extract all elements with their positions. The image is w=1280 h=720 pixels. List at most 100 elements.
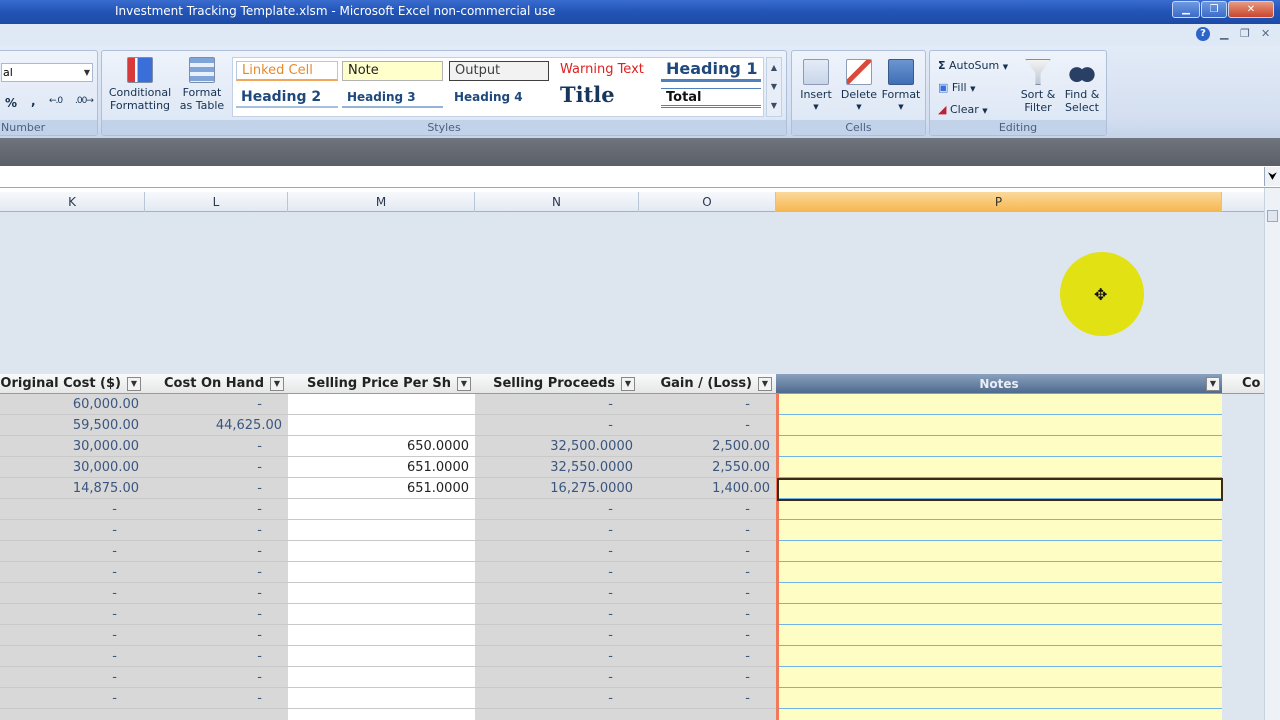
table-cell[interactable]: - [745, 415, 750, 436]
table-cell[interactable]: 650.0000 [407, 436, 469, 457]
column-gain-loss[interactable]: - -2,500.00 2,550.00 1,400.00- - - - - - - - - - [639, 394, 776, 720]
table-cell[interactable]: - [608, 562, 613, 583]
table-cell[interactable]: 651.0000 [407, 457, 469, 478]
table-cell[interactable]: - [257, 478, 262, 499]
table-cell[interactable]: 44,625.00 [216, 415, 282, 436]
table-cell[interactable]: - [608, 667, 613, 688]
table-cell[interactable]: - [745, 604, 750, 625]
table-cell[interactable]: - [112, 541, 117, 562]
table-cell[interactable]: - [608, 583, 613, 604]
style-title[interactable]: Title [555, 82, 655, 110]
table-cell[interactable]: - [257, 394, 262, 415]
table-cell[interactable]: - [745, 394, 750, 415]
column-header-p[interactable]: P [776, 192, 1222, 212]
table-cell[interactable]: - [608, 646, 613, 667]
table-cell[interactable]: 32,500.0000 [550, 436, 633, 457]
filter-dropdown-icon[interactable]: ▼ [457, 377, 471, 391]
column-header-n[interactable]: N [475, 192, 639, 212]
help-icon[interactable]: ? [1196, 27, 1210, 41]
header-gain-loss[interactable]: Gain / (Loss) ▼ [639, 374, 776, 394]
table-cell[interactable]: 60,000.00 [73, 394, 139, 415]
header-cost-on-hand[interactable]: Cost On Hand ▼ [145, 374, 288, 394]
table-cell[interactable]: - [112, 688, 117, 709]
filter-dropdown-icon[interactable]: ▼ [621, 377, 635, 391]
table-cell[interactable]: - [112, 562, 117, 583]
filter-dropdown-icon[interactable]: ▼ [1206, 377, 1220, 391]
table-cell[interactable]: - [745, 646, 750, 667]
table-cell[interactable]: - [257, 667, 262, 688]
filter-dropdown-icon[interactable]: ▼ [270, 377, 284, 391]
sort-filter-button[interactable]: Sort & Filter [1018, 59, 1058, 114]
minimize-button[interactable]: ▁ [1172, 1, 1200, 18]
header-next-column[interactable]: Co [1222, 374, 1264, 394]
style-linked-cell[interactable]: Linked Cell [236, 61, 338, 81]
table-cell[interactable]: - [257, 604, 262, 625]
vertical-scrollbar[interactable] [1264, 188, 1280, 720]
column-header-k[interactable]: K [0, 192, 145, 212]
table-cell[interactable]: - [608, 394, 613, 415]
header-original-cost[interactable]: Original Cost ($) ▼ [0, 374, 145, 394]
column-next[interactable] [1222, 394, 1264, 720]
filter-dropdown-icon[interactable]: ▼ [127, 377, 141, 391]
close-button[interactable]: ✕ [1228, 1, 1274, 18]
table-cell[interactable]: - [112, 520, 117, 541]
table-cell[interactable]: - [608, 415, 613, 436]
gallery-up-icon[interactable]: ▲ [767, 58, 781, 77]
increase-decimal-button[interactable]: ←.0 [49, 96, 63, 106]
find-select-button[interactable]: Find & Select [1060, 59, 1104, 114]
table-cell[interactable]: - [257, 583, 262, 604]
column-header-l[interactable]: L [145, 192, 288, 212]
table-cell[interactable]: - [745, 541, 750, 562]
table-cell[interactable]: - [112, 667, 117, 688]
table-cell[interactable]: - [257, 688, 262, 709]
column-original-cost[interactable]: 60,000.00 59,500.00 30,000.00 30,000.00 14,8… [0, 394, 145, 720]
table-cell[interactable]: - [257, 436, 262, 457]
table-cell[interactable]: - [608, 541, 613, 562]
style-note[interactable]: Note [342, 61, 443, 81]
gallery-scroll[interactable]: ▲ ▼ ▼ [766, 57, 782, 117]
table-cell[interactable]: - [112, 604, 117, 625]
header-selling-proceeds[interactable]: Selling Proceeds ▼ [475, 374, 639, 394]
filter-dropdown-icon[interactable]: ▼ [758, 377, 772, 391]
table-cell[interactable]: - [257, 541, 262, 562]
table-cell[interactable]: - [257, 625, 262, 646]
table-cell[interactable]: - [745, 667, 750, 688]
table-cell[interactable]: - [112, 646, 117, 667]
clear-button[interactable]: ◢ Clear ▼ [938, 103, 988, 116]
table-cell[interactable]: 30,000.00 [73, 436, 139, 457]
table-cell[interactable]: 2,500.00 [712, 436, 770, 457]
table-cell[interactable]: - [257, 499, 262, 520]
table-cell[interactable]: - [112, 583, 117, 604]
format-as-table-button[interactable]: Format as Table [176, 57, 228, 112]
comma-style-button[interactable]: , [31, 94, 36, 108]
scrollbar-thumb[interactable] [1267, 210, 1278, 222]
table-cell[interactable]: - [608, 499, 613, 520]
percent-style-button[interactable]: % [5, 96, 17, 110]
style-heading-2[interactable]: Heading 2 [236, 88, 338, 108]
gallery-down-icon[interactable]: ▼ [767, 77, 781, 96]
column-header-o[interactable]: O [639, 192, 776, 212]
table-cell[interactable]: 14,875.00 [73, 478, 139, 499]
table-cell[interactable]: - [745, 562, 750, 583]
table-cell[interactable]: - [608, 625, 613, 646]
table-cell[interactable]: - [112, 499, 117, 520]
style-total[interactable]: Total [661, 88, 761, 108]
table-cell[interactable]: - [257, 562, 262, 583]
column-header-m[interactable]: M [288, 192, 475, 212]
table-cell[interactable]: - [745, 520, 750, 541]
formula-bar[interactable] [0, 166, 1280, 188]
table-cell[interactable]: - [745, 499, 750, 520]
column-selling-price[interactable]: 650.0000 651.0000 651.0000 [288, 394, 475, 720]
gallery-more-icon[interactable]: ▼ [767, 96, 781, 115]
style-output[interactable]: Output [449, 61, 549, 81]
table-cell[interactable]: - [608, 604, 613, 625]
restore-button[interactable]: ❐ [1201, 1, 1227, 18]
table-cell[interactable]: - [112, 625, 117, 646]
table-cell[interactable]: - [608, 688, 613, 709]
autosum-button[interactable]: Σ AutoSum ▼ [938, 59, 1008, 72]
delete-button[interactable]: Delete ▼ [838, 59, 880, 114]
style-heading-1[interactable]: Heading 1 [661, 59, 761, 82]
table-cell[interactable]: 32,550.0000 [550, 457, 633, 478]
insert-button[interactable]: Insert ▼ [796, 59, 836, 114]
number-format-select[interactable]: al ▼ [1, 63, 93, 82]
